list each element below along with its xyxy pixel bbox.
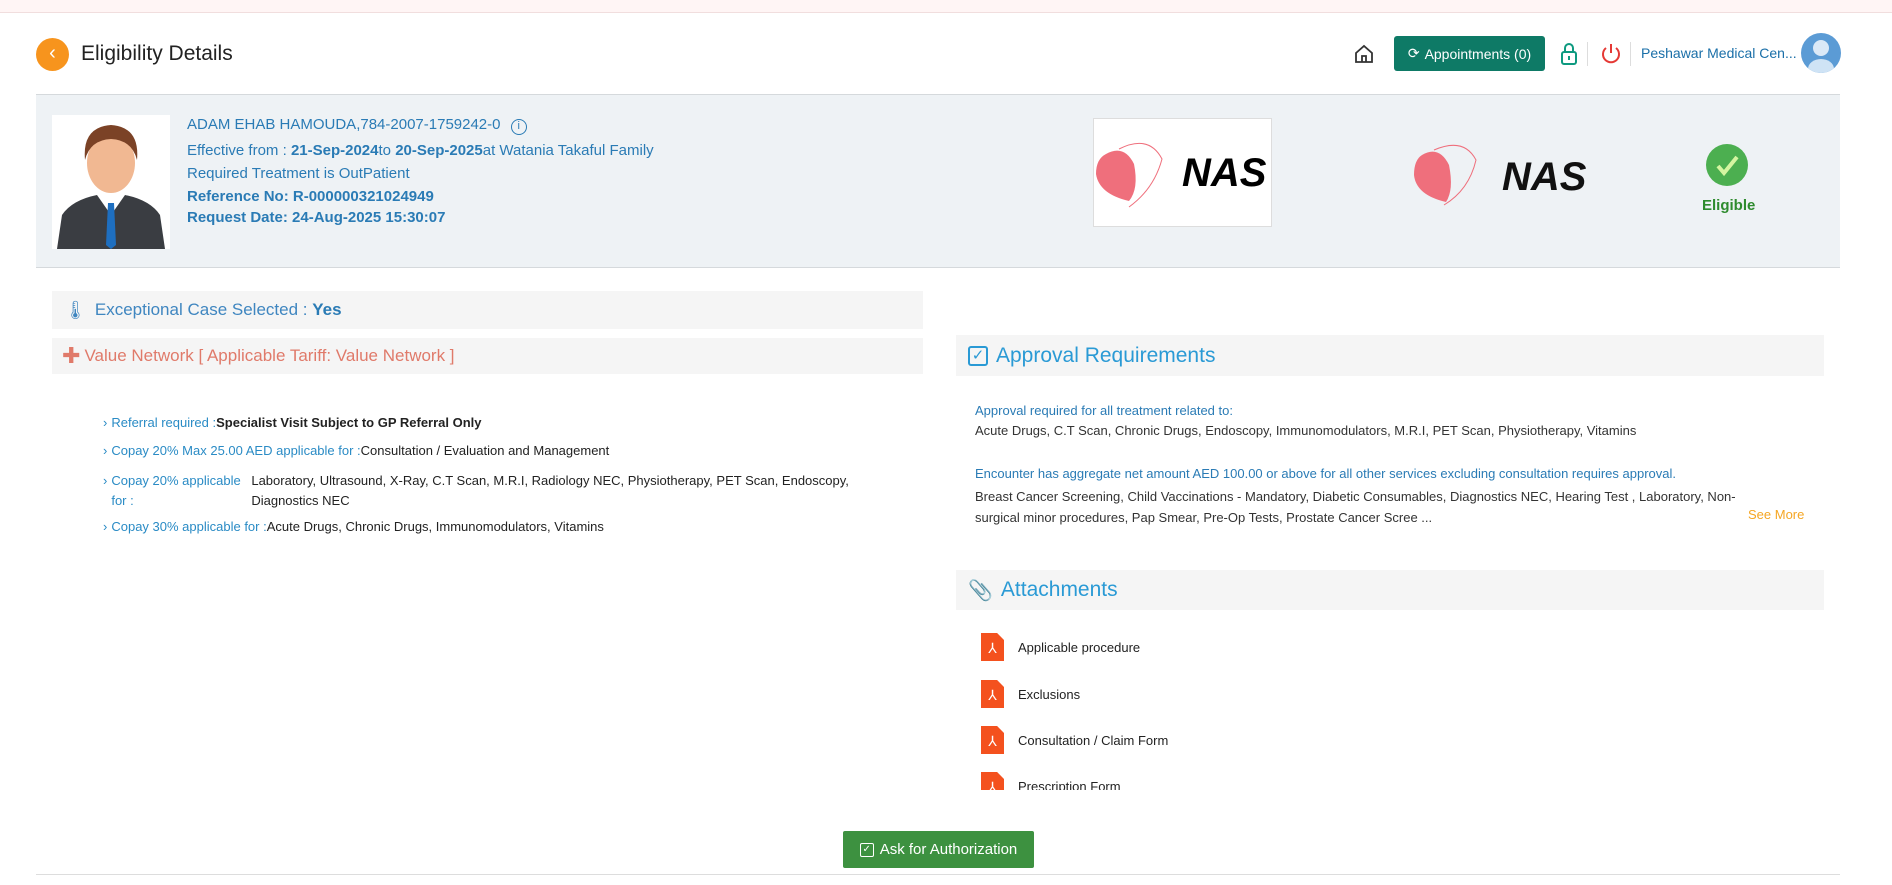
benefit-item: › Referral required : Specialist Visit Sub… xyxy=(103,415,482,430)
back-button[interactable]: ‹ xyxy=(36,38,69,71)
appointments-button[interactable]: ⟳ Appointments (0) xyxy=(1394,36,1545,71)
approval-requirements-header: ✓ Approval Requirements xyxy=(956,335,1824,376)
network-logo: NAS xyxy=(1414,140,1594,210)
user-avatar[interactable] xyxy=(1801,33,1841,73)
divider xyxy=(36,874,1840,875)
checkbox-icon: ✓ xyxy=(859,842,874,857)
reference-number: Reference No: R-000000321024949 xyxy=(187,188,434,205)
organization-name[interactable]: Peshawar Medical Cen... xyxy=(1641,45,1797,61)
exceptional-case-bar: 🌡 Exceptional Case Selected : Yes xyxy=(52,291,923,329)
benefit-item: › Copay 30% applicable for : Acute Drugs, … xyxy=(103,519,604,534)
attachments-list[interactable]: ⅄ Applicable procedure ⅄ Exclusions ⅄ Consu… xyxy=(956,630,1824,790)
home-icon[interactable] xyxy=(1352,42,1376,66)
svg-text:NAS: NAS xyxy=(1502,155,1587,199)
request-date: Request Date: 24-Aug-2025 15:30:07 xyxy=(187,209,446,226)
effective-dates: Effective from : 21-Sep-2024to 20-Sep-20… xyxy=(187,142,654,159)
thermometer-icon: 🌡 xyxy=(64,299,87,320)
attachment-item[interactable]: ⅄ Applicable procedure xyxy=(981,633,1140,661)
pdf-icon: ⅄ xyxy=(981,633,1004,661)
eligible-check-icon xyxy=(1706,144,1748,186)
divider xyxy=(1630,42,1631,66)
power-icon[interactable] xyxy=(1600,42,1622,66)
pdf-icon: ⅄ xyxy=(981,772,1004,790)
benefit-item: › Copay 20% Max 25.00 AED applicable for … xyxy=(103,443,610,458)
info-icon[interactable]: i xyxy=(510,119,527,135)
svg-text:NAS: NAS xyxy=(1182,151,1267,195)
pdf-icon: ⅄ xyxy=(981,680,1004,708)
top-strip xyxy=(0,0,1892,13)
paperclip-icon: 📎 xyxy=(968,579,993,602)
ask-authorization-button[interactable]: ✓ Ask for Authorization xyxy=(843,831,1034,868)
attachment-item[interactable]: ⅄ Prescription Form xyxy=(981,772,1121,790)
calendar-icon: ⟳ xyxy=(1407,45,1420,61)
value-network-bar: ✚ Value Network [ Applicable Tariff: Val… xyxy=(52,338,923,374)
page-title: Eligibility Details xyxy=(81,42,233,65)
attachment-item[interactable]: ⅄ Exclusions xyxy=(981,680,1080,708)
see-more-link[interactable]: See More xyxy=(1748,507,1804,522)
attachments-header: 📎 Attachments xyxy=(956,570,1824,610)
checkbox-icon: ✓ xyxy=(968,345,988,366)
divider xyxy=(1587,42,1588,66)
approval-items-2: Breast Cancer Screening, Child Vaccinati… xyxy=(975,489,1736,525)
lock-icon[interactable] xyxy=(1559,42,1579,66)
member-photo xyxy=(52,115,170,249)
exceptional-value: Yes xyxy=(312,300,342,319)
payer-logo: NAS xyxy=(1093,118,1272,227)
medical-cross-icon: ✚ xyxy=(62,343,81,368)
member-name-line: ADAM EHAB HAMOUDA,784-2007-1759242-0 i xyxy=(187,116,527,135)
approval-items-1: Acute Drugs, C.T Scan, Chronic Drugs, En… xyxy=(975,423,1637,438)
approval-rule-1: Approval required for all treatment rela… xyxy=(975,403,1233,418)
pdf-icon: ⅄ xyxy=(981,726,1004,754)
attachment-item[interactable]: ⅄ Consultation / Claim Form xyxy=(981,726,1168,754)
eligibility-status: Eligible xyxy=(1702,197,1756,214)
approval-rule-2: Encounter has aggregate net amount AED 1… xyxy=(975,466,1676,481)
benefit-item: › Copay 20% applicable for : Laboratory, U… xyxy=(103,473,849,508)
treatment-type: Required Treatment is OutPatient xyxy=(187,165,410,182)
